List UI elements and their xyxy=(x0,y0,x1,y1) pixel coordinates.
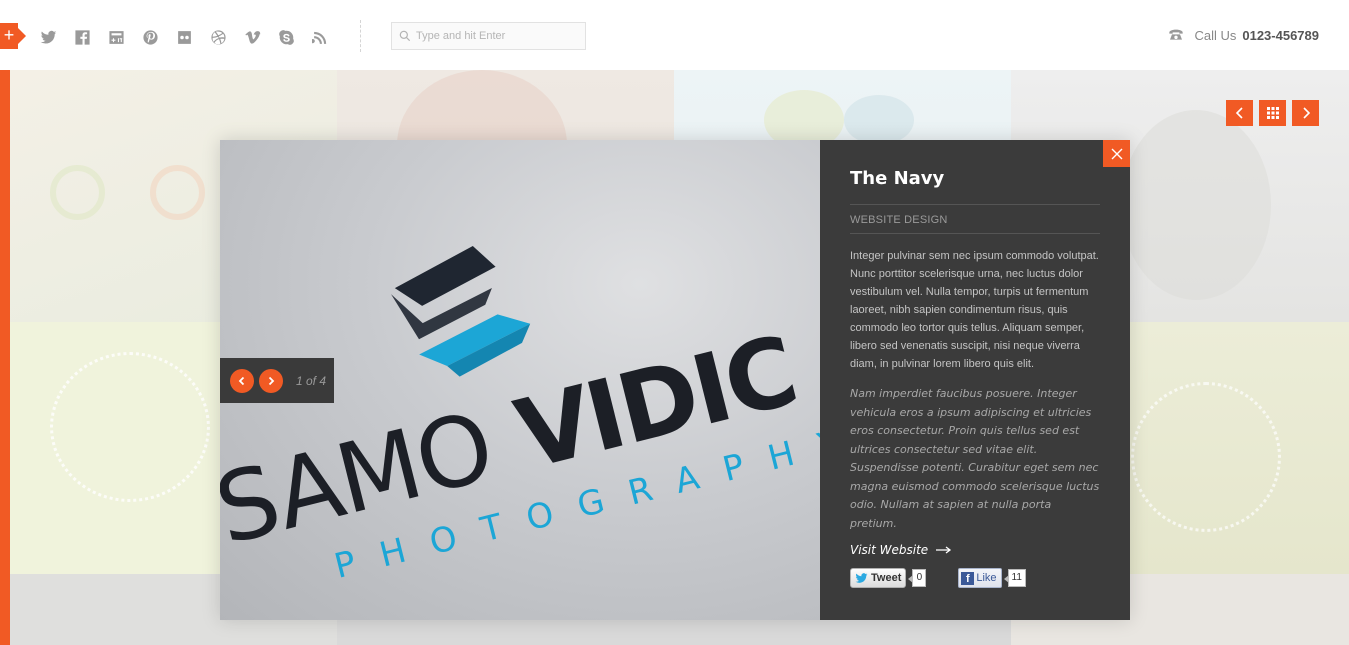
project-info-panel: The Navy WEBSITE DESIGN Integer pulvinar… xyxy=(820,140,1130,620)
dribbble-icon[interactable] xyxy=(210,27,244,47)
plus-icon[interactable]: + xyxy=(0,23,26,49)
site-header: + Call Us 0123-456789 xyxy=(0,0,1349,70)
search-input[interactable] xyxy=(416,30,576,42)
portfolio-nav xyxy=(1226,100,1319,126)
like-count: 11 xyxy=(1003,569,1026,587)
twitter-bird-icon xyxy=(855,572,868,583)
project-modal: SAMO VIDIC PHOTOGRAPHY 1 of 4 The Navy W… xyxy=(220,140,1130,620)
chevron-right-icon xyxy=(268,376,275,385)
tweet-label: Tweet xyxy=(871,572,902,584)
chevron-right-icon xyxy=(1302,107,1310,119)
facebook-icon: f xyxy=(961,571,975,585)
prev-slide-button[interactable] xyxy=(230,368,254,393)
close-icon xyxy=(1111,148,1122,159)
slide-counter: 1 of 4 xyxy=(296,373,327,388)
chevron-left-icon xyxy=(238,376,245,385)
pinterest-icon[interactable] xyxy=(142,27,176,47)
next-project-button[interactable] xyxy=(1292,100,1319,126)
twitter-icon[interactable] xyxy=(40,27,74,47)
tweet-count: 0 xyxy=(908,569,927,587)
search-box[interactable] xyxy=(391,22,586,50)
project-description-italic: Nam imperdiet faucibus posuere. Integer … xyxy=(850,387,1100,530)
side-accent-bar xyxy=(0,45,10,645)
project-image: SAMO VIDIC PHOTOGRAPHY 1 of 4 xyxy=(220,140,820,620)
header-divider xyxy=(360,20,361,52)
prev-project-button[interactable] xyxy=(1226,100,1253,126)
project-title: The Navy xyxy=(850,168,1100,205)
vimeo-icon[interactable] xyxy=(244,27,278,47)
like-label: Like xyxy=(976,572,997,584)
project-description: Integer pulvinar sem nec ipsum commodo v… xyxy=(850,250,1099,370)
skype-icon[interactable] xyxy=(278,27,312,47)
slide-navigation: 1 of 4 xyxy=(220,358,334,403)
project-category: WEBSITE DESIGN xyxy=(850,205,1100,234)
share-buttons: Tweet 0 f Like 11 xyxy=(850,568,1100,588)
phone-icon xyxy=(1169,29,1184,40)
call-label: Call Us xyxy=(1194,27,1237,43)
google-plus-icon[interactable] xyxy=(108,27,142,47)
flickr-icon[interactable] xyxy=(176,27,210,47)
tweet-button[interactable]: Tweet xyxy=(850,568,907,588)
search-icon xyxy=(399,30,411,42)
arrow-right-icon xyxy=(936,546,952,554)
social-links xyxy=(40,27,346,47)
next-slide-button[interactable] xyxy=(259,368,283,393)
facebook-icon[interactable] xyxy=(74,27,108,47)
rss-icon[interactable] xyxy=(312,27,346,47)
visit-website-link[interactable]: Visit Website xyxy=(850,543,1100,557)
visit-website-label: Visit Website xyxy=(850,543,929,557)
call-us: Call Us 0123-456789 xyxy=(1168,27,1319,43)
close-button[interactable] xyxy=(1103,140,1130,167)
like-button[interactable]: f Like xyxy=(958,568,1002,588)
grid-icon xyxy=(1266,107,1279,119)
phone-number: 0123-456789 xyxy=(1242,27,1319,43)
chevron-left-icon xyxy=(1235,107,1243,119)
grid-view-button[interactable] xyxy=(1259,100,1286,126)
